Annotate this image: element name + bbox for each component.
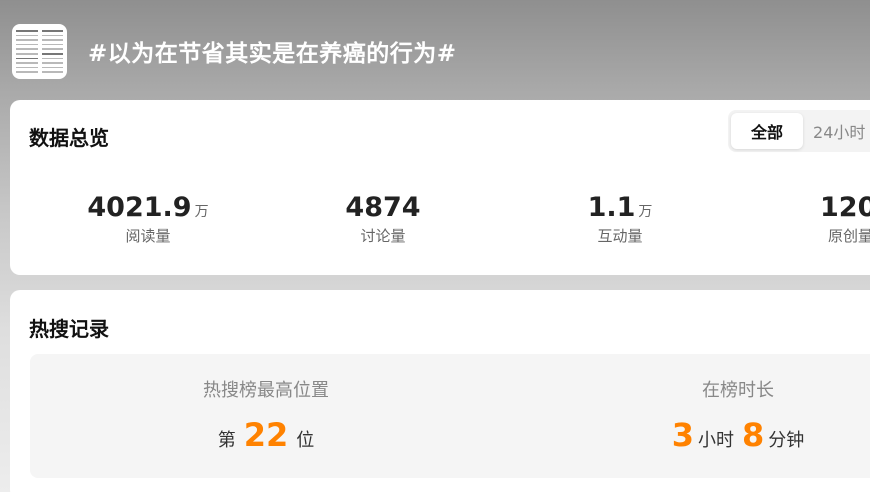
duration-minutes: 8 [742,416,765,454]
duration-label: 在榜时长 [702,380,774,401]
hot-search-panel: 热搜榜最高位置 第 22 位 在榜时长 3 小时 8 分钟 [30,354,870,478]
time-range-tabs: 全部 24小时 [728,110,870,152]
stat-value: 4021.9 [87,192,192,223]
data-overview-card: 数据总览 全部 24小时 4021.9 万 阅读量 4874 讨论量 1.1 万… [10,100,870,275]
rank-prefix: 第 [217,430,236,451]
stat-label: 阅读量 [125,227,171,245]
stat-value: 1.1 [587,192,636,223]
hours-unit: 小时 [698,430,734,451]
topic-title: #以为在节省其实是在养癌的行为# [88,41,457,67]
stat-label: 互动量 [597,227,643,245]
stat-interactions: 1.1 万 互动量 [510,192,730,246]
rank-value: 22 [243,416,289,454]
stat-discussions: 4874 讨论量 [273,192,493,246]
on-list-duration-metric: 在榜时长 3 小时 8 分钟 [588,376,870,454]
stat-label: 原创量 [828,227,870,245]
stat-unit: 万 [638,204,653,220]
stat-value: 120 [820,192,870,223]
stat-original-posts: 120 原创量 [758,192,870,246]
topic-thumbnail [12,24,67,79]
duration-hours: 3 [671,416,694,454]
tab-24-hours[interactable]: 24小时 [803,113,870,149]
highest-rank-metric: 热搜榜最高位置 第 22 位 [116,376,416,454]
minutes-unit: 分钟 [768,430,805,451]
highest-rank-label: 热搜榜最高位置 [203,380,329,401]
stat-unit: 万 [194,204,209,220]
rank-suffix: 位 [296,430,315,451]
topic-header: #以为在节省其实是在养癌的行为# [0,0,870,100]
stat-reads: 4021.9 万 阅读量 [38,192,258,246]
hot-search-card: 热搜记录 热搜榜最高位置 第 22 位 在榜时长 3 小时 8 分钟 [10,290,870,492]
stat-label: 讨论量 [360,227,406,245]
tab-all[interactable]: 全部 [731,113,804,149]
stat-value: 4874 [345,192,421,223]
overview-title: 数据总览 [29,126,109,150]
hot-search-title: 热搜记录 [29,317,109,341]
